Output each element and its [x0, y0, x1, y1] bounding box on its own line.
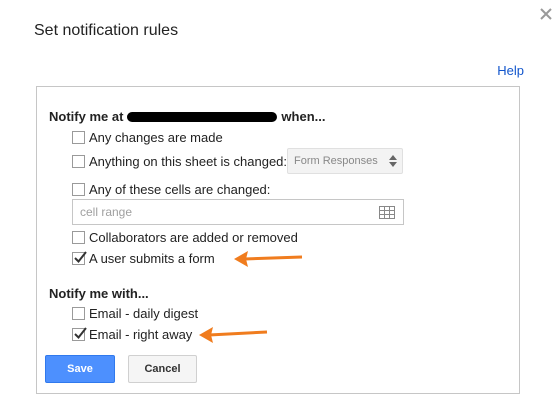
close-icon[interactable] [536, 4, 556, 24]
annotation-arrow [199, 327, 268, 343]
option-any-changes[interactable]: Any changes are made [72, 128, 223, 146]
collaborators-checkbox[interactable] [72, 230, 85, 244]
checkmark-icon [74, 326, 87, 339]
right-away-checkbox[interactable] [72, 326, 87, 341]
any-changes-checkbox[interactable] [72, 130, 85, 144]
cancel-button[interactable]: Cancel [128, 355, 197, 383]
sheet-select-value: Form Responses [294, 155, 378, 167]
right-away-label: Email - right away [89, 326, 193, 342]
option-right-away[interactable]: Email - right away [72, 325, 192, 343]
notify-with-heading: Notify me with... [49, 286, 149, 301]
cells-changed-label: Any of these cells are changed: [89, 181, 271, 197]
notify-at-heading-suffix: when... [281, 109, 326, 124]
option-form-submit[interactable]: A user submits a form [72, 249, 215, 267]
notify-at-heading-prefix: Notify me at [49, 109, 124, 124]
cells-changed-checkbox[interactable] [72, 182, 85, 196]
annotation-arrow [234, 251, 303, 267]
help-link[interactable]: Help [497, 63, 524, 78]
cell-range-input[interactable] [73, 200, 360, 224]
daily-digest-checkbox[interactable] [72, 306, 85, 320]
sheet-changed-label: Anything on this sheet is changed: [89, 153, 288, 169]
notify-at-heading: Notify me at when... [49, 109, 325, 124]
select-arrows-icon [389, 155, 397, 170]
collaborators-label: Collaborators are added or removed [89, 229, 298, 245]
daily-digest-label: Email - daily digest [89, 305, 199, 321]
form-submit-label: A user submits a form [89, 250, 215, 266]
form-submit-checkbox[interactable] [72, 250, 87, 265]
option-cells-changed[interactable]: Any of these cells are changed: [72, 180, 270, 198]
sheet-select[interactable]: Form Responses [287, 148, 403, 174]
checkmark-icon [74, 250, 87, 263]
option-collaborators[interactable]: Collaborators are added or removed [72, 228, 298, 246]
any-changes-label: Any changes are made [89, 129, 223, 145]
sheet-changed-checkbox[interactable] [72, 154, 85, 168]
cell-range-field[interactable] [72, 199, 404, 225]
option-sheet-changed[interactable]: Anything on this sheet is changed: [72, 152, 287, 170]
save-button[interactable]: Save [45, 355, 115, 383]
redacted-email [127, 111, 278, 122]
notification-rules-panel: Notify me at when... Any changes are made… [36, 86, 520, 394]
option-daily-digest[interactable]: Email - daily digest [72, 304, 198, 322]
grid-icon[interactable] [379, 206, 395, 224]
dialog-title: Set notification rules [34, 22, 179, 39]
